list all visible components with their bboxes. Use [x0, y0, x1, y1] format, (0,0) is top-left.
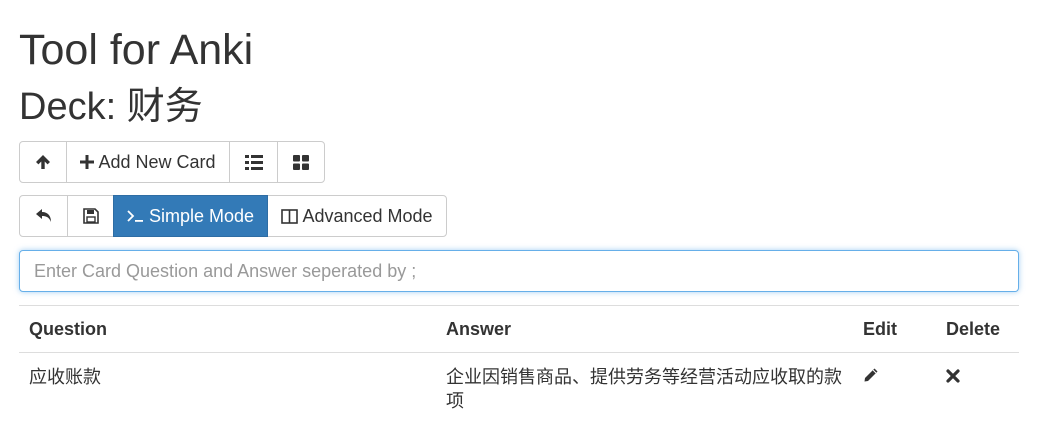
cards-table: Question Answer Edit Delete 应收账款 企业因销售商品…	[19, 305, 1019, 421]
page-title: Tool for Anki	[19, 26, 254, 74]
advanced-mode-label: Advanced Mode	[302, 205, 433, 226]
answer-cell: 企业因销售商品、提供劳务等经营活动应收取的款项	[446, 367, 842, 411]
list-view-button[interactable]	[229, 141, 278, 183]
answer-header: Answer	[436, 305, 853, 353]
grid-icon	[293, 154, 309, 170]
add-new-card-label: Add New Card	[98, 151, 216, 172]
mode-toolbar: Simple Mode Advanced Mode	[19, 195, 447, 237]
arrow-up-icon	[35, 154, 51, 170]
up-button[interactable]	[19, 141, 67, 183]
simple-mode-button[interactable]: Simple Mode	[113, 195, 268, 237]
card-input[interactable]	[19, 250, 1019, 292]
undo-icon	[35, 208, 53, 224]
plus-icon	[80, 155, 95, 169]
edit-header: Edit	[853, 305, 936, 353]
columns-icon	[281, 208, 299, 224]
card-toolbar: Add New Card	[19, 141, 325, 183]
advanced-mode-button[interactable]: Advanced Mode	[267, 195, 447, 237]
save-button[interactable]	[67, 195, 114, 237]
edit-cell	[853, 353, 936, 422]
deck-title: Deck: 财务	[19, 86, 203, 128]
question-header: Question	[19, 305, 436, 353]
terminal-icon	[127, 209, 145, 223]
list-icon	[244, 154, 263, 170]
delete-header: Delete	[936, 305, 1019, 353]
undo-button[interactable]	[19, 195, 68, 237]
delete-cell	[936, 353, 1019, 422]
floppy-disk-icon	[82, 208, 99, 224]
question-cell: 应收账款	[29, 367, 101, 387]
pencil-icon[interactable]	[863, 367, 879, 383]
table-row: 应收账款 企业因销售商品、提供劳务等经营活动应收取的款项	[19, 353, 1019, 422]
table-header-row: Question Answer Edit Delete	[19, 305, 1019, 353]
grid-view-button[interactable]	[277, 141, 325, 183]
simple-mode-label: Simple Mode	[148, 205, 255, 226]
add-new-card-button[interactable]: Add New Card	[66, 141, 230, 183]
delete-icon[interactable]	[946, 369, 960, 383]
